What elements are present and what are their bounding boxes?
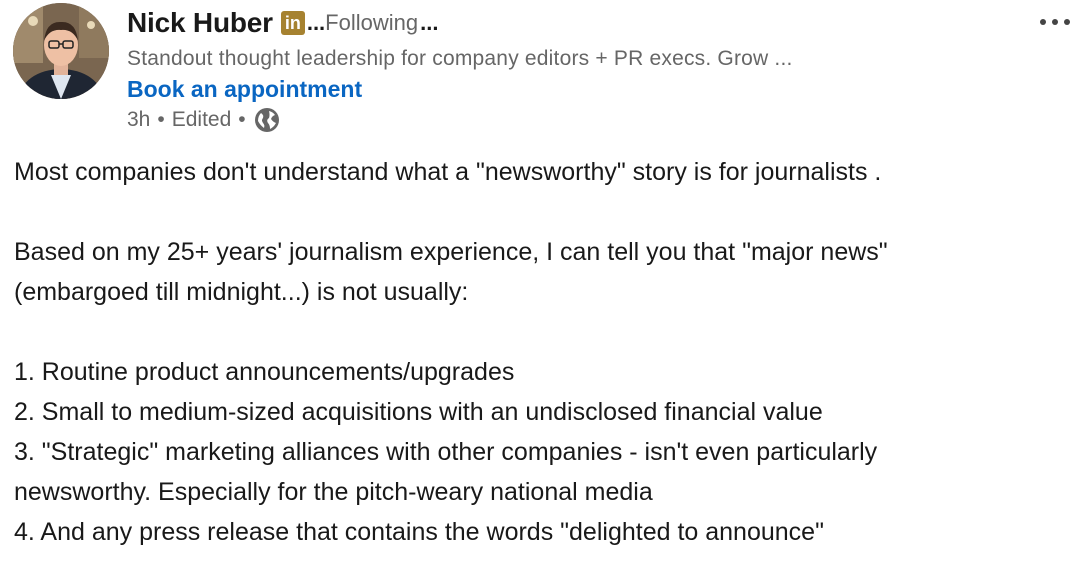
author-headline: Standout thought leadership for company … [127, 47, 793, 70]
follow-ellipsis: ... [420, 10, 439, 35]
list-item: 1. Routine product announcements/upgrade… [14, 358, 515, 386]
meta-separator: • [157, 108, 165, 131]
post-meta: 3h • Edited • [127, 106, 281, 134]
post-time: 3h [127, 108, 151, 131]
globe-icon [253, 106, 281, 134]
post-intro: Most companies don't understand what a "… [14, 158, 882, 186]
more-horizontal-icon[interactable] [1040, 14, 1070, 30]
post-paragraph-line: (embargoed till midnight...) is not usua… [14, 278, 469, 306]
author-name-row: Nick Huber in ... Following ... [127, 6, 438, 40]
list-item: 4. And any press release that contains t… [14, 518, 824, 546]
post-body: Most companies don't understand what a "… [14, 152, 1074, 552]
author-name[interactable]: Nick Huber [127, 6, 273, 40]
follow-status[interactable]: Following [325, 6, 418, 40]
meta-separator: • [238, 108, 246, 131]
list-item: 3. "Strategic" marketing alliances with … [14, 438, 878, 466]
name-ellipsis: ... [306, 10, 326, 35]
edited-label: Edited [171, 108, 232, 131]
list-item: 2. Small to medium-sized acquisitions wi… [14, 398, 823, 426]
book-appointment-link[interactable]: Book an appointment [127, 74, 362, 104]
list-item: newsworthy. Especially for the pitch-wea… [14, 478, 653, 506]
author-avatar[interactable] [13, 3, 109, 99]
linkedin-badge-icon: in [280, 11, 305, 35]
post-paragraph-line: Based on my 25+ years' journalism experi… [14, 238, 888, 266]
